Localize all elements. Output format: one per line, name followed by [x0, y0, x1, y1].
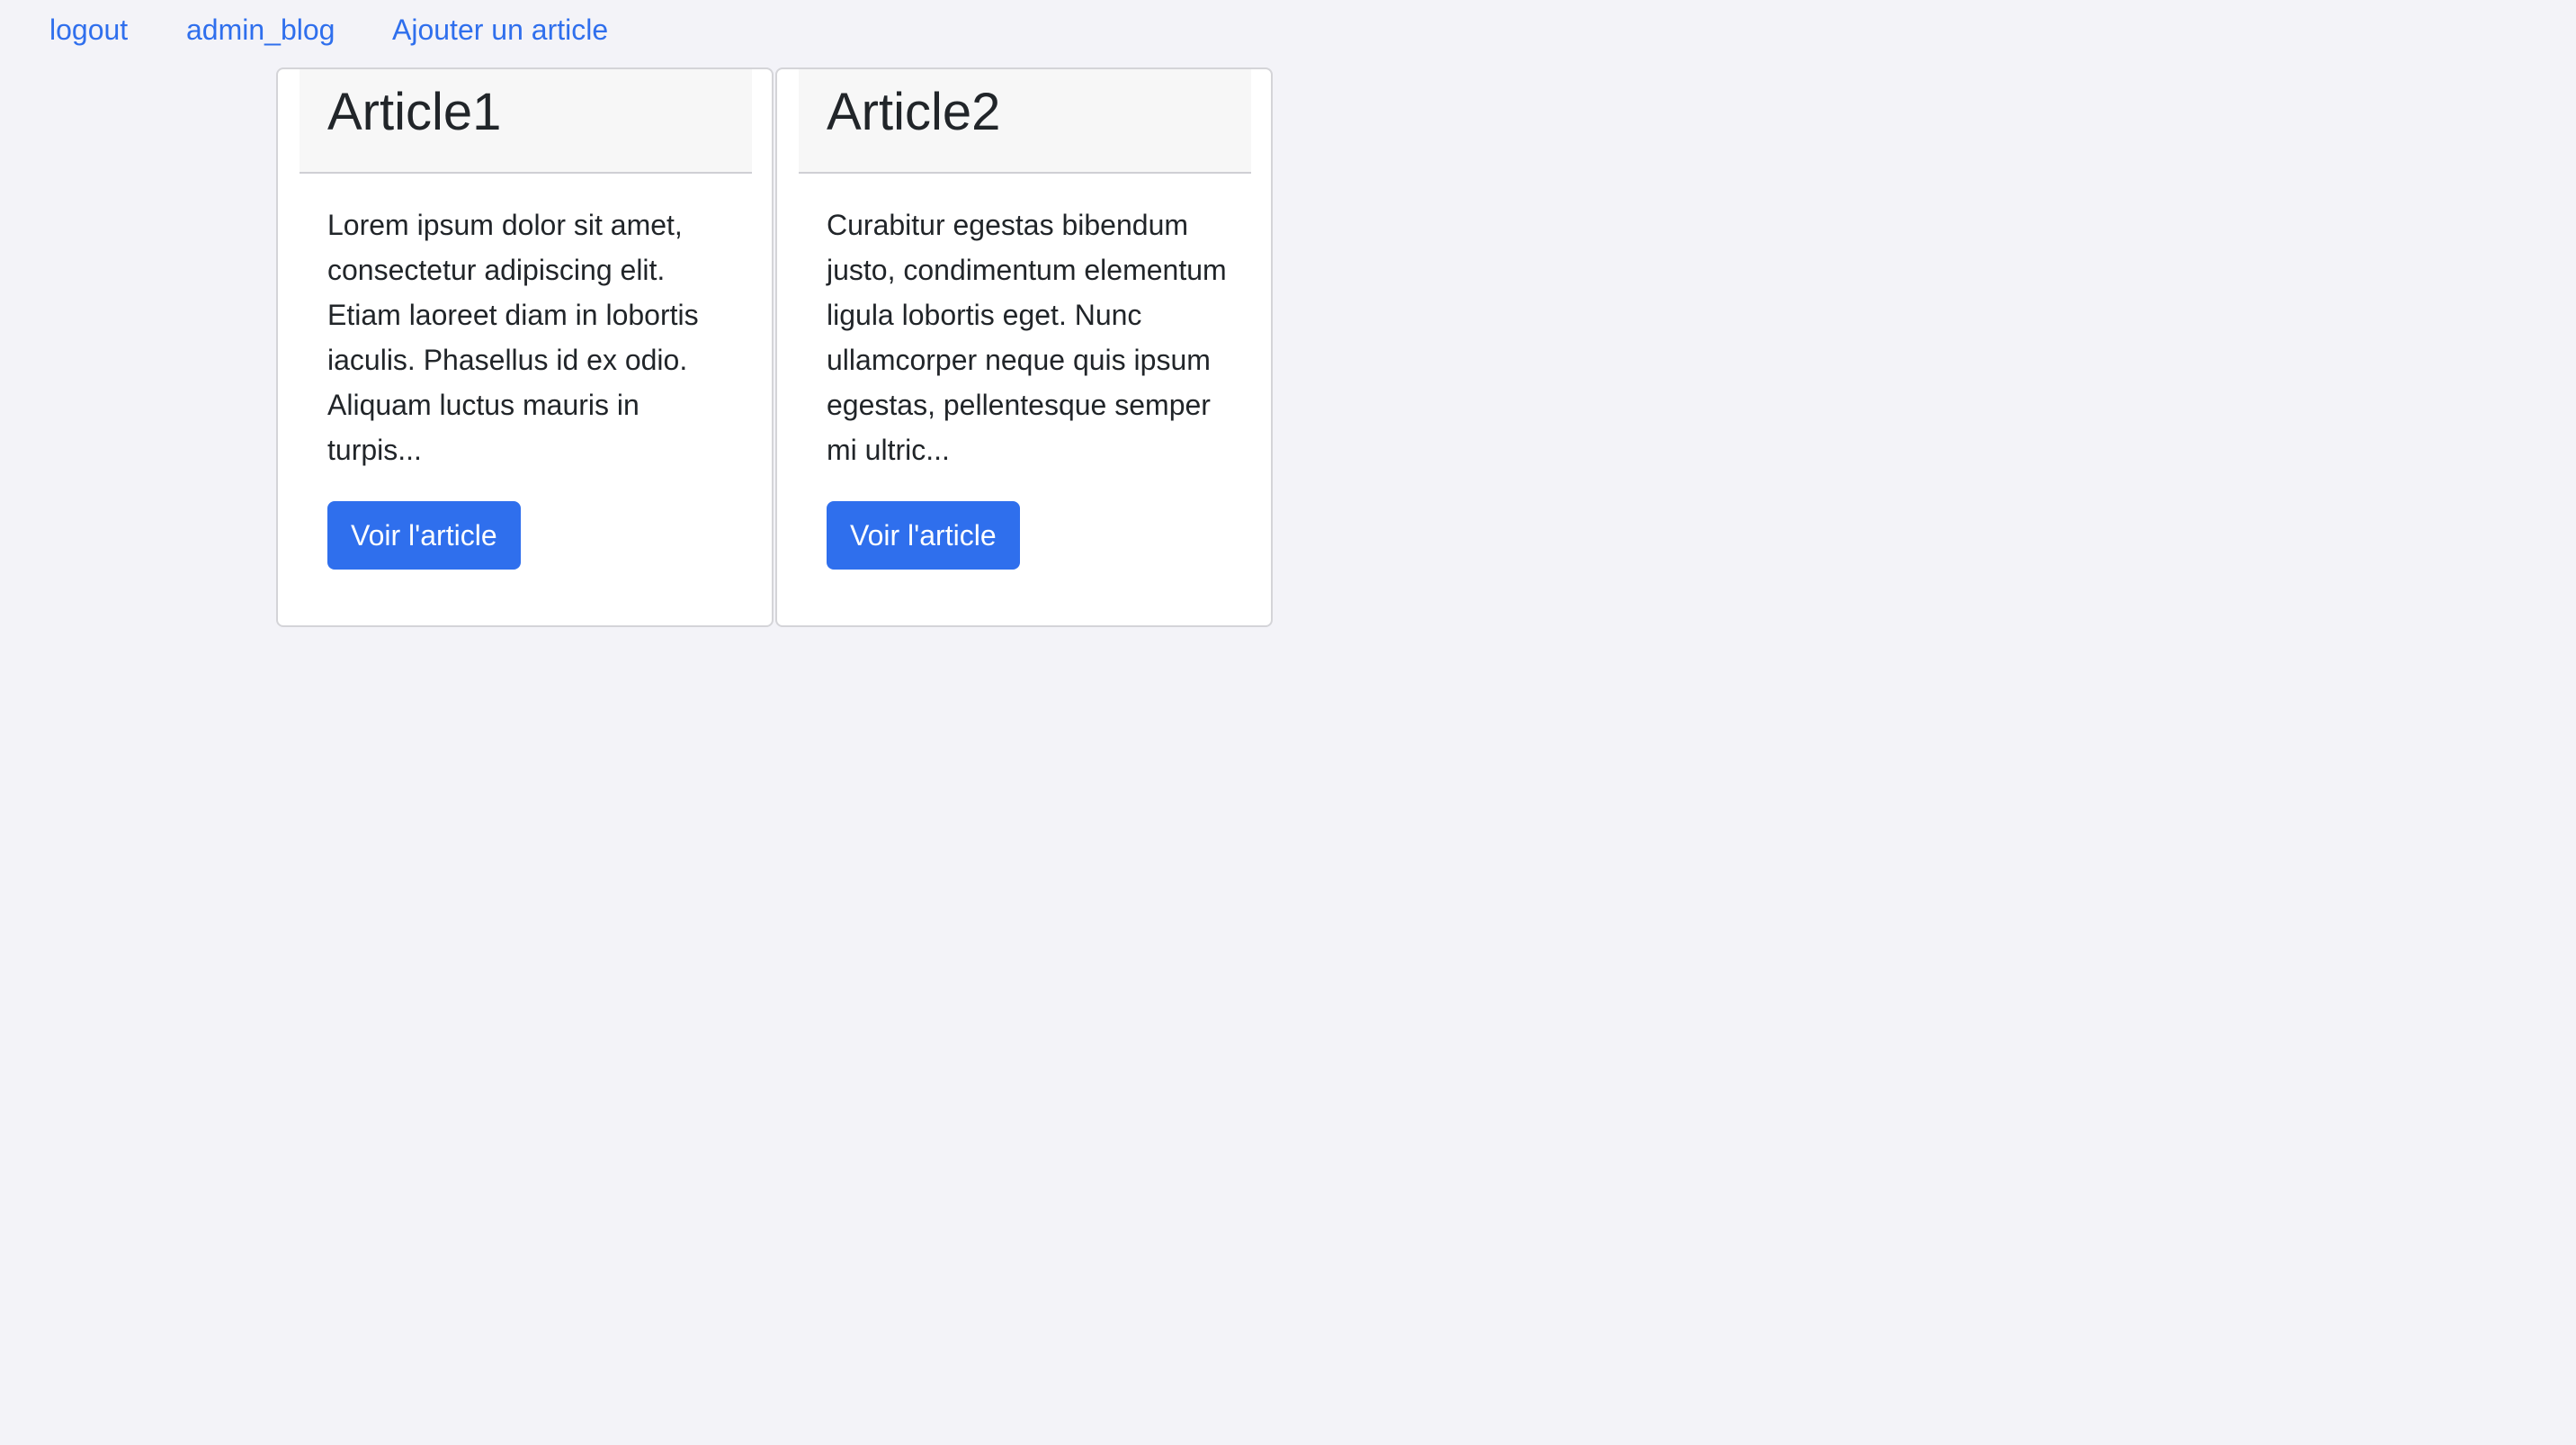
article-excerpt: Lorem ipsum dolor sit amet, consectetur …	[327, 209, 699, 466]
add-article-link[interactable]: Ajouter un article	[392, 13, 608, 47]
card-header: Article2	[799, 69, 1251, 174]
view-article-button[interactable]: Voir l'article	[327, 501, 521, 570]
view-article-button[interactable]: Voir l'article	[827, 501, 1020, 570]
article-title: Article1	[327, 83, 502, 141]
admin-blog-link[interactable]: admin_blog	[186, 13, 335, 47]
card-header: Article1	[300, 69, 752, 174]
article-excerpt: Curabitur egestas bibendum justo, condim…	[827, 209, 1227, 466]
article-card: Article2 Curabitur egestas bibendum just…	[775, 67, 1273, 627]
article-card: Article1 Lorem ipsum dolor sit amet, con…	[276, 67, 774, 627]
logout-link[interactable]: logout	[49, 13, 128, 47]
article-title: Article2	[827, 83, 1001, 141]
